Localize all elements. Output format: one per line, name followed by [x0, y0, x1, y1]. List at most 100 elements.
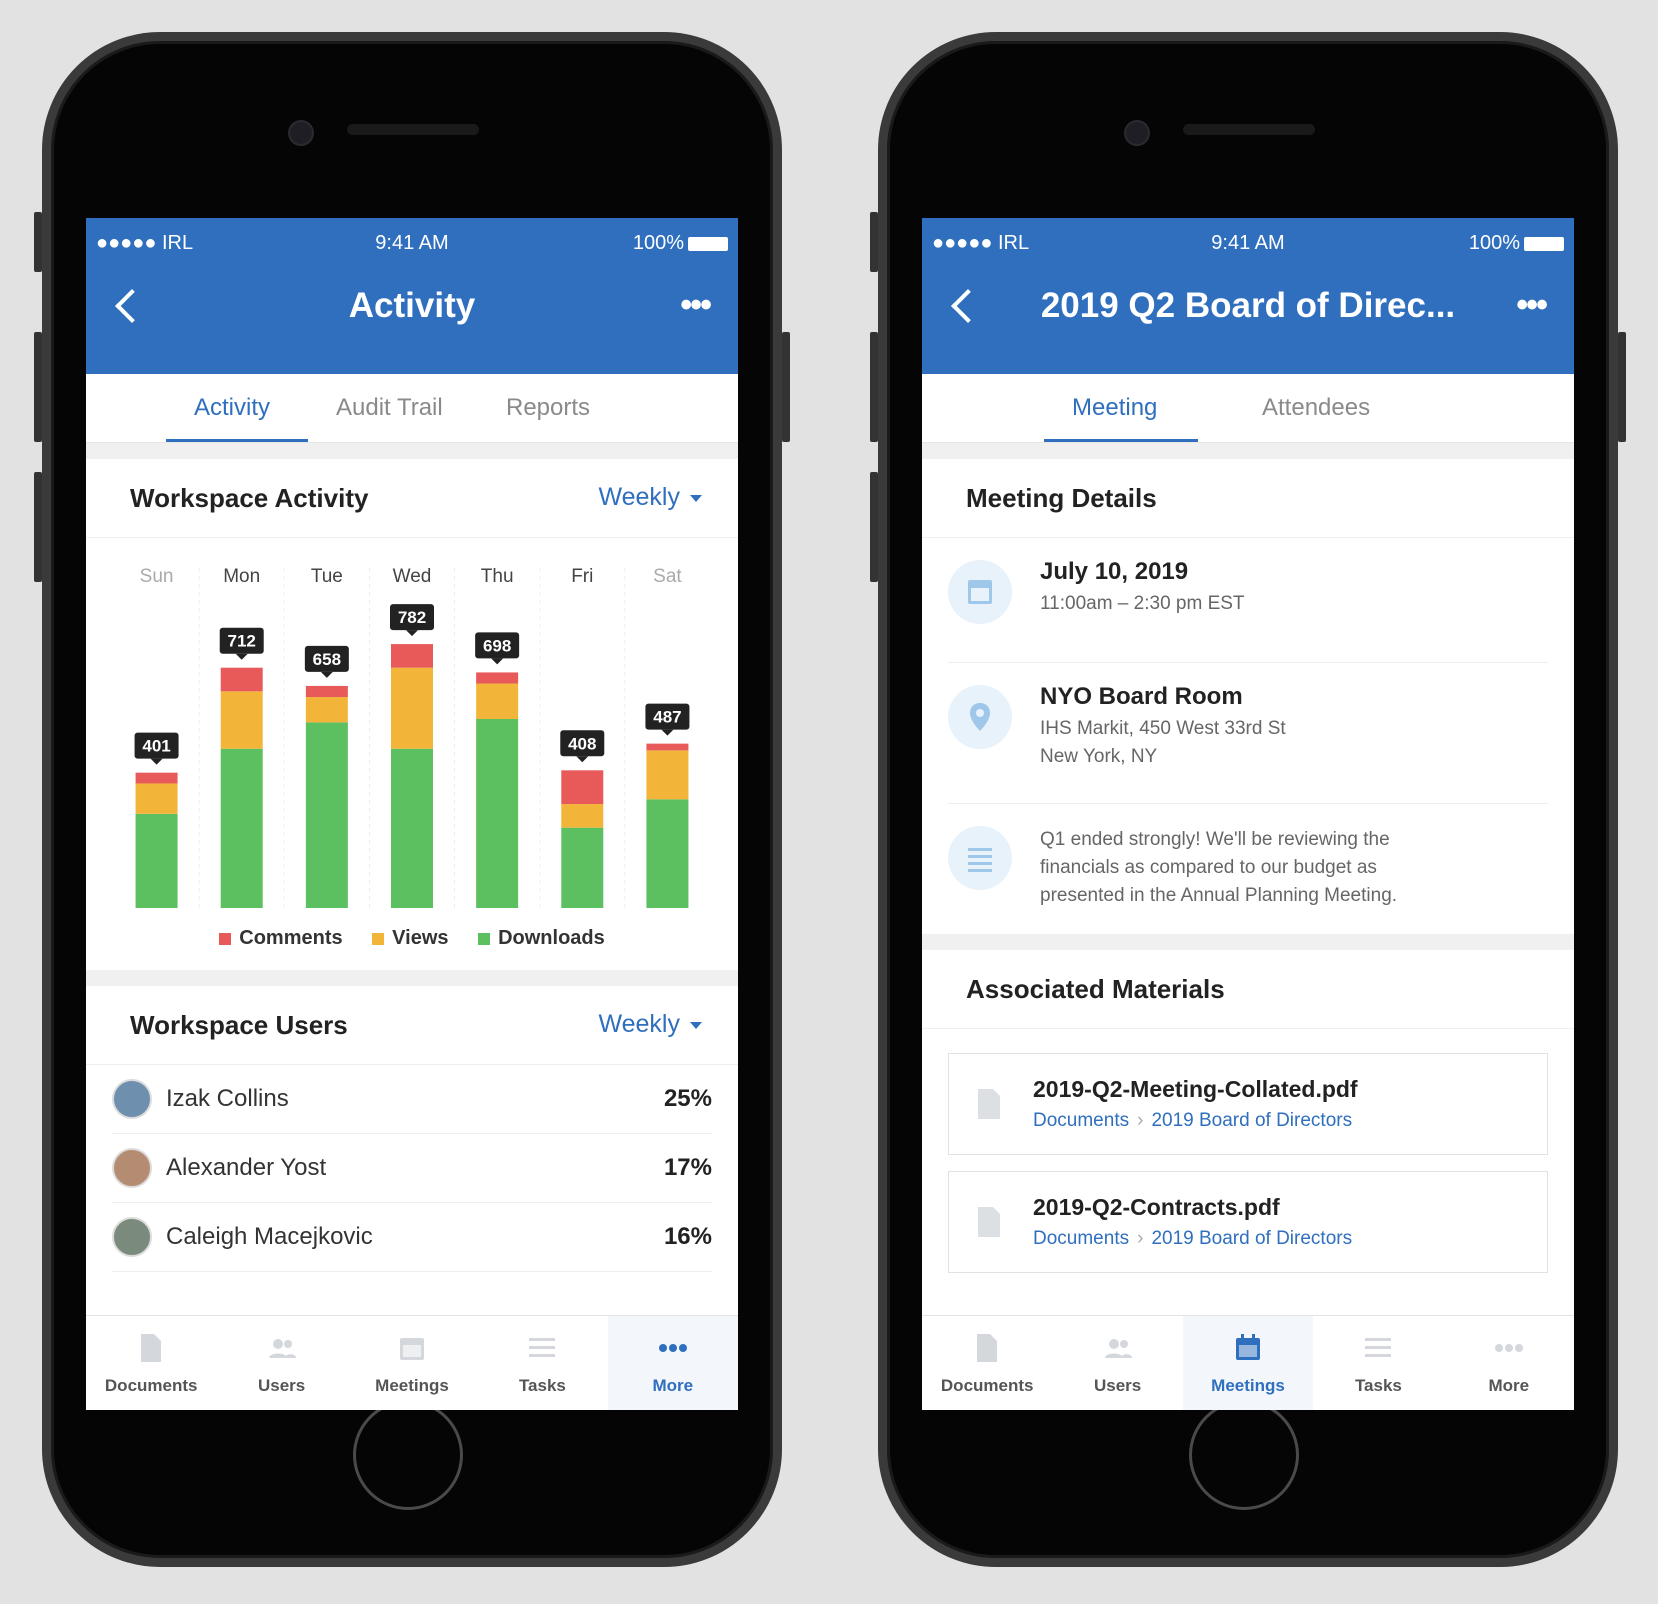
user-row[interactable]: Izak Collins 25% [112, 1065, 712, 1134]
breadcrumb-link[interactable]: 2019 Board of Directors [1151, 1110, 1352, 1131]
tab-label: Documents [104, 1376, 198, 1395]
legend-views: Views [372, 927, 449, 949]
address-line: IHS Markit, 450 West 33rd St [1040, 718, 1286, 739]
home-button[interactable] [1189, 1400, 1299, 1510]
bottom-tab-bar: Documents Users Meetings Tasks More [922, 1315, 1574, 1410]
tab-attendees[interactable]: Attendees [1262, 394, 1370, 422]
bar-segment-downloads [220, 748, 263, 908]
user-row[interactable]: Caleigh Macejkovic 16% [112, 1203, 712, 1272]
location-name: NYO Board Room [1040, 683, 1243, 710]
ellipsis-icon[interactable]: ••• [1516, 288, 1548, 322]
list-icon [529, 1338, 556, 1357]
location-pin-icon [948, 685, 1012, 749]
x-tick-label: Mon [223, 566, 260, 587]
chevron-left-icon[interactable] [115, 289, 149, 323]
tab-meeting[interactable]: Meeting [1072, 394, 1157, 422]
material-item[interactable]: 2019-Q2-Contracts.pdf Documents › 2019 Boa… [948, 1171, 1548, 1273]
total-label-pointer [235, 653, 248, 660]
breadcrumb-link[interactable]: Documents [1033, 1110, 1129, 1131]
period-label: Weekly [598, 1010, 680, 1038]
chevron-right-icon: › [1137, 1110, 1144, 1131]
meeting-date: July 10, 2019 11:00am – 2:30 pm EST [948, 538, 1548, 663]
tab-label: Users [1093, 1376, 1142, 1395]
tab-tasks[interactable]: Tasks [1313, 1316, 1443, 1410]
bar-segment-comments [476, 672, 519, 684]
chevron-left-icon[interactable] [951, 289, 985, 323]
data-label: 698 [483, 636, 511, 655]
period-label: Weekly [598, 483, 680, 511]
notes-line: financials as compared to our budget as [1040, 857, 1377, 878]
total-label-pointer [320, 671, 333, 678]
tab-label: Tasks [518, 1376, 566, 1395]
calendar-icon [400, 1338, 425, 1360]
bar-segment-comments [220, 667, 263, 692]
tab-label: Documents [940, 1376, 1034, 1395]
total-label-pointer [150, 758, 163, 765]
x-tick-label: Sun [140, 566, 174, 587]
section-title: Associated Materials [966, 974, 1225, 1004]
ellipsis-icon[interactable]: ••• [680, 288, 712, 322]
total-label-pointer [576, 756, 589, 763]
document-icon [977, 1334, 998, 1362]
breadcrumb-link[interactable]: Documents [1033, 1228, 1129, 1249]
file-icon [978, 1089, 1000, 1119]
home-button[interactable] [353, 1400, 463, 1510]
bar-segment-comments [135, 772, 178, 784]
user-row[interactable]: Alexander Yost 17% [112, 1134, 712, 1203]
ellipsis-icon [1494, 1344, 1523, 1352]
breadcrumb-link[interactable]: 2019 Board of Directors [1151, 1228, 1352, 1249]
location-glyph [970, 703, 990, 731]
bar-segment-comments [305, 685, 348, 698]
tab-users[interactable]: Users [1052, 1316, 1182, 1410]
front-camera [1124, 120, 1150, 146]
chevron-down-icon [690, 1021, 702, 1029]
tab-reports[interactable]: Reports [506, 394, 590, 422]
chevron-down-icon [690, 494, 702, 502]
section-divider [86, 443, 738, 459]
volume-down-button [34, 472, 42, 582]
material-name: 2019-Q2-Contracts.pdf [1033, 1194, 1280, 1220]
left-phone: ●●●●● IRL 9:41 AM 100% Activity ••• Acti… [34, 32, 790, 1567]
battery-percent: 100% [632, 232, 684, 254]
left-screen: ●●●●● IRL 9:41 AM 100% Activity ••• Acti… [86, 218, 738, 1410]
tab-documents[interactable]: Documents [922, 1316, 1052, 1410]
battery-icon [688, 236, 728, 251]
notes-text: Q1 ended strongly! We'll be reviewing th… [1040, 826, 1397, 910]
tab-activity[interactable]: Activity [194, 394, 270, 422]
legend-swatch [219, 932, 232, 945]
legend-swatch [372, 932, 385, 945]
tab-documents[interactable]: Documents [86, 1316, 216, 1410]
tab-more[interactable]: More [607, 1316, 738, 1410]
bar-segment-views [135, 783, 178, 814]
tab-label: Meetings [1211, 1376, 1285, 1395]
user-percent: 25% [663, 1085, 712, 1112]
page-title: 2019 Q2 Board of Direc... [1040, 286, 1456, 325]
period-dropdown[interactable]: Weekly [598, 483, 702, 512]
legend-label: Views [392, 927, 449, 949]
tab-meetings[interactable]: Meetings [1182, 1316, 1314, 1410]
chart-legend: Comments Views Downloads [86, 927, 738, 950]
bar-segment-views [391, 667, 433, 749]
tab-more[interactable]: More [1444, 1316, 1574, 1410]
section-divider [922, 443, 1574, 459]
status-bar: ●●●●● IRL 9:41 AM 100% [932, 232, 1564, 256]
ellipsis-icon [658, 1344, 687, 1352]
data-label: 401 [142, 737, 170, 756]
tab-tasks[interactable]: Tasks [477, 1316, 607, 1410]
period-dropdown[interactable]: Weekly [598, 1010, 702, 1039]
tab-audit-trail[interactable]: Audit Trail [336, 394, 443, 422]
tab-label: Tasks [1354, 1376, 1402, 1395]
notes-line: presented in the Annual Planning Meeting… [1040, 885, 1398, 906]
power-button [782, 332, 790, 442]
legend-swatch [478, 932, 491, 945]
users-icon [1104, 1339, 1132, 1358]
legend-downloads: Downloads [478, 927, 605, 949]
tab-meetings[interactable]: Meetings [347, 1316, 477, 1410]
tab-users[interactable]: Users [216, 1316, 346, 1410]
nav-bar: 2019 Q2 Board of Direc... ••• [922, 280, 1574, 340]
data-label: 658 [313, 650, 341, 669]
notes-icon [948, 826, 1012, 890]
material-item[interactable]: 2019-Q2-Meeting-Collated.pdf Documents › 2… [948, 1053, 1548, 1155]
total-label-pointer [406, 630, 418, 637]
x-tick-label: Fri [571, 566, 593, 587]
